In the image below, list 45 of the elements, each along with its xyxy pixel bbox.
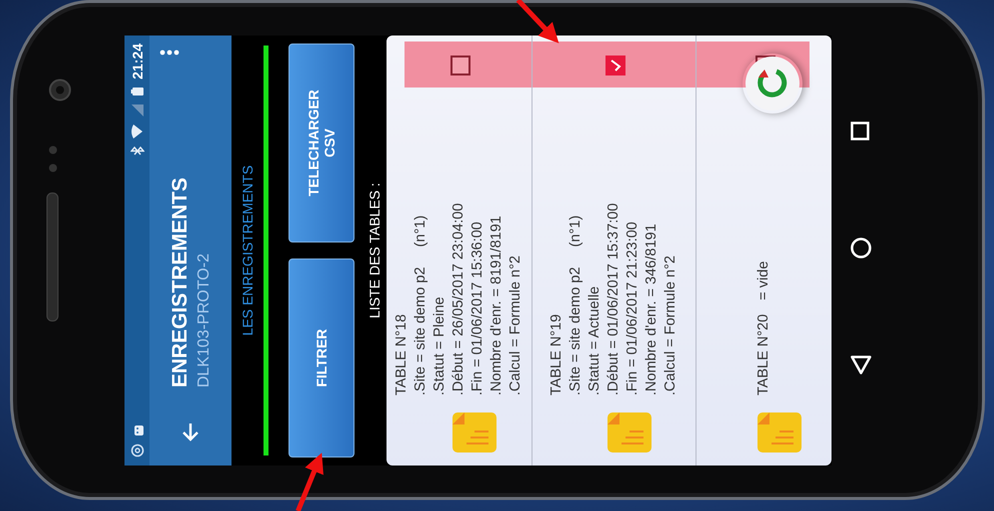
list-title: LISTE DES TABLES : — [366, 181, 384, 320]
table-field: .Nombre d'enr. = 346/8191 — [642, 223, 662, 395]
table-title: TABLE N°20 — [754, 314, 772, 395]
sensor — [49, 164, 57, 172]
action-button[interactable]: FILTRER — [288, 258, 354, 457]
signal-icon — [130, 102, 144, 117]
checkbox[interactable] — [450, 55, 470, 75]
table-title: TABLE N°19 — [548, 314, 566, 395]
table-field: .Statut = Actuelle — [586, 286, 604, 395]
battery-icon — [130, 84, 144, 97]
app-subtitle: DLK103-PROTO-2 — [195, 252, 213, 387]
camera-lens — [49, 79, 71, 101]
pointer-arrow — [516, 0, 559, 44]
home-icon[interactable] — [850, 237, 872, 259]
checkbox[interactable] — [605, 55, 625, 75]
table-field: .Site = site demo p2 — [566, 266, 586, 395]
table-field: .Début = 01/06/2017 15:37:00 — [604, 202, 624, 395]
back-icon[interactable] — [850, 355, 872, 375]
table-field: .Fin = 01/06/2017 21:23:00 — [624, 221, 642, 395]
list-row[interactable]: TABLE N°18 .Site = site demo p2 (n°1) .Statut = Pleine .Début = 26/05/2017 23:04:00 .Fin = 01/06/2017 15:36:00 .Nombre d'enr. = 8191/8191 .Calcul = Formule n°2 — [386, 35, 532, 465]
table-status: = vide — [754, 260, 772, 300]
at-sign-icon — [130, 443, 144, 457]
table-field: .Fin = 01/06/2017 15:36:00 — [468, 221, 488, 395]
overflow-menu-icon[interactable] — [160, 49, 180, 55]
list-row[interactable]: TABLE N°19 .Site = site demo p2 (n°1) .Statut = Actuelle .Début = 01/06/2017 15:37:00 .Fin = 01/06/2017 21:23:00 .Nombre d'enr. = 346/8191 .Calcul = Formule n°2 — [532, 35, 696, 465]
action-button[interactable]: TELECHARGER CSV — [288, 43, 354, 242]
wifi-icon — [130, 122, 144, 139]
table-field: .Nombre d'enr. = 8191/8191 — [488, 215, 506, 395]
table-field: .Site = site demo p2 — [412, 266, 430, 395]
table-field: .Calcul = Formule n°2 — [662, 255, 680, 395]
site-number: (n°1) — [412, 214, 430, 246]
table-field: .Début = 26/05/2017 23:04:00 — [450, 202, 468, 395]
bluetooth-icon — [130, 144, 144, 157]
pointer-arrow — [296, 452, 324, 511]
clock-time: 21:24 — [129, 43, 145, 79]
sensor — [49, 146, 57, 154]
table-title: TABLE N°18 — [392, 314, 410, 395]
back-arrow-icon[interactable] — [180, 421, 202, 443]
table-field: .Statut = Pleine — [430, 296, 450, 395]
recent-apps-icon[interactable] — [850, 121, 870, 141]
checkmark-icon — [608, 58, 622, 72]
site-number: (n°1) — [566, 214, 584, 246]
app-title: ENREGISTREMENTS — [168, 176, 192, 387]
tab[interactable]: LES ENREGISTREMENTS — [232, 45, 268, 455]
table-field: .Calcul = Formule n°2 — [506, 255, 526, 395]
